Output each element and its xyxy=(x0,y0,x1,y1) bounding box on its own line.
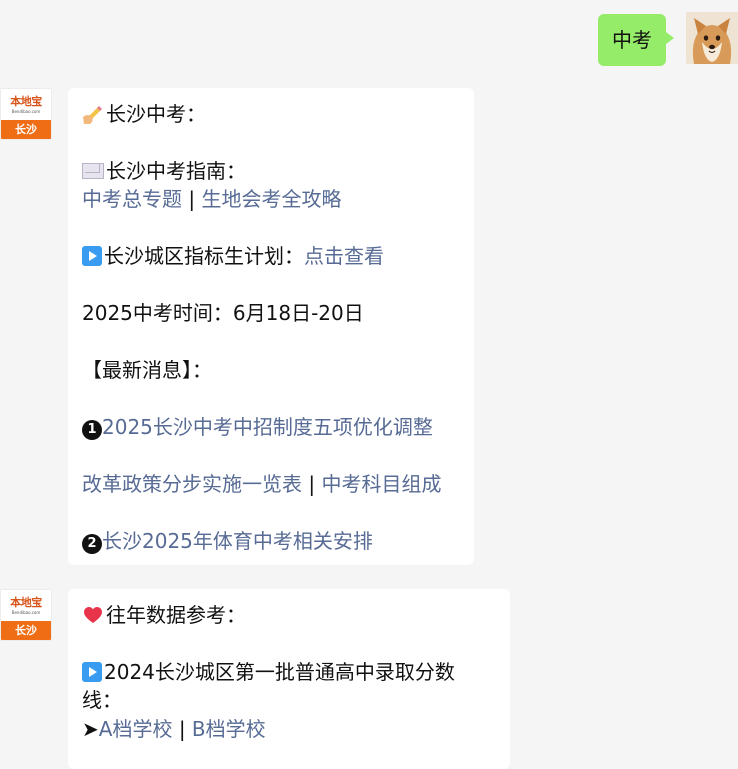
link-click-to-view[interactable]: 点击查看 xyxy=(304,244,384,268)
plan-line: 长沙城区指标生计划：点击查看 xyxy=(82,242,384,270)
bendibao-logo: 本地宝 Bendibao.com xyxy=(10,94,42,114)
user-message-row: 中考 xyxy=(0,12,738,72)
bendibao-logo: 本地宝 Bendibao.com xyxy=(10,595,42,615)
arrow-icon: ➤ xyxy=(82,717,99,741)
link-exam-topic[interactable]: 中考总专题 xyxy=(82,187,182,211)
user-message-text: 中考 xyxy=(612,28,652,52)
guide-links-line: 中考总专题 | 生地会考全攻略 xyxy=(82,185,341,213)
city-label: 长沙 xyxy=(1,621,51,640)
bot-message-bubble-2: 往年数据参考： 2024长沙城区第一批普通高中录取分数 线： ➤A档学校 | B… xyxy=(68,589,510,769)
writing-hand-icon xyxy=(82,103,104,125)
link-biogeo-guide[interactable]: 生地会考全攻略 xyxy=(201,187,341,211)
separator: | xyxy=(308,472,316,496)
data-heading: 往年数据参考： xyxy=(106,603,246,627)
news-sub-links: 改革政策分步实施一览表 | 中考科目组成 xyxy=(82,470,441,498)
link-exam-subjects[interactable]: 中考科目组成 xyxy=(321,472,441,496)
bot-message-row-2: 本地宝 Bendibao.com 长沙 往年数据参考： 2024长沙城区第一批普… xyxy=(0,589,520,769)
heart-icon xyxy=(82,604,104,626)
score-item-line-cont: 线： xyxy=(82,688,122,712)
message-title-line: 长沙中考： xyxy=(82,100,206,128)
number-2-icon: 2 xyxy=(82,534,102,554)
news-heading: 【最新消息】： xyxy=(82,358,212,382)
bot-avatar[interactable]: 本地宝 Bendibao.com 长沙 xyxy=(0,589,52,641)
guide-heading-line: 长沙中考指南： xyxy=(82,157,246,185)
user-message-bubble[interactable]: 中考 xyxy=(598,14,674,66)
link-b-schools[interactable]: B档学校 xyxy=(192,717,266,741)
link-a-schools[interactable]: A档学校 xyxy=(99,717,173,741)
message-title: 长沙中考： xyxy=(106,102,206,126)
bot-message-row-1: 本地宝 Bendibao.com 长沙 长沙中考： 长沙中考指南： 中考总专题 … xyxy=(0,88,480,568)
data-heading-line: 往年数据参考： xyxy=(82,601,246,629)
number-1-icon: 1 xyxy=(82,420,102,440)
news-item-2: 2 长沙2025年体育中考相关安排 xyxy=(82,527,373,555)
bot-message-bubble-1: 长沙中考： 长沙中考指南： 中考总专题 | 生地会考全攻略 长沙城区指标生计划：… xyxy=(68,88,474,565)
link-news-1[interactable]: 2025长沙中考中招制度五项优化调整 xyxy=(102,415,433,439)
link-reform-table[interactable]: 改革政策分步实施一览表 xyxy=(82,472,302,496)
guide-heading: 长沙中考指南： xyxy=(106,159,246,183)
school-links-line: ➤A档学校 | B档学校 xyxy=(82,715,266,743)
city-label: 长沙 xyxy=(1,120,51,139)
exam-time-line: 2025中考时间：6月18日-20日 xyxy=(82,301,364,325)
user-avatar[interactable] xyxy=(686,12,738,64)
shiba-dog-avatar-icon xyxy=(686,12,738,64)
envelope-icon xyxy=(82,163,104,179)
bot-avatar[interactable]: 本地宝 Bendibao.com 长沙 xyxy=(0,88,52,140)
separator: | xyxy=(188,187,196,211)
play-button-icon xyxy=(82,246,102,266)
plan-prefix: 长沙城区指标生计划： xyxy=(104,244,304,268)
play-button-icon xyxy=(82,662,102,682)
score-item-text: 2024长沙城区第一批普通高中录取分数 xyxy=(104,660,455,684)
link-news-2[interactable]: 长沙2025年体育中考相关安排 xyxy=(102,529,373,553)
news-item-1: 1 2025长沙中考中招制度五项优化调整 xyxy=(82,413,433,441)
score-item-line: 2024长沙城区第一批普通高中录取分数 xyxy=(82,658,455,686)
separator: | xyxy=(178,717,186,741)
